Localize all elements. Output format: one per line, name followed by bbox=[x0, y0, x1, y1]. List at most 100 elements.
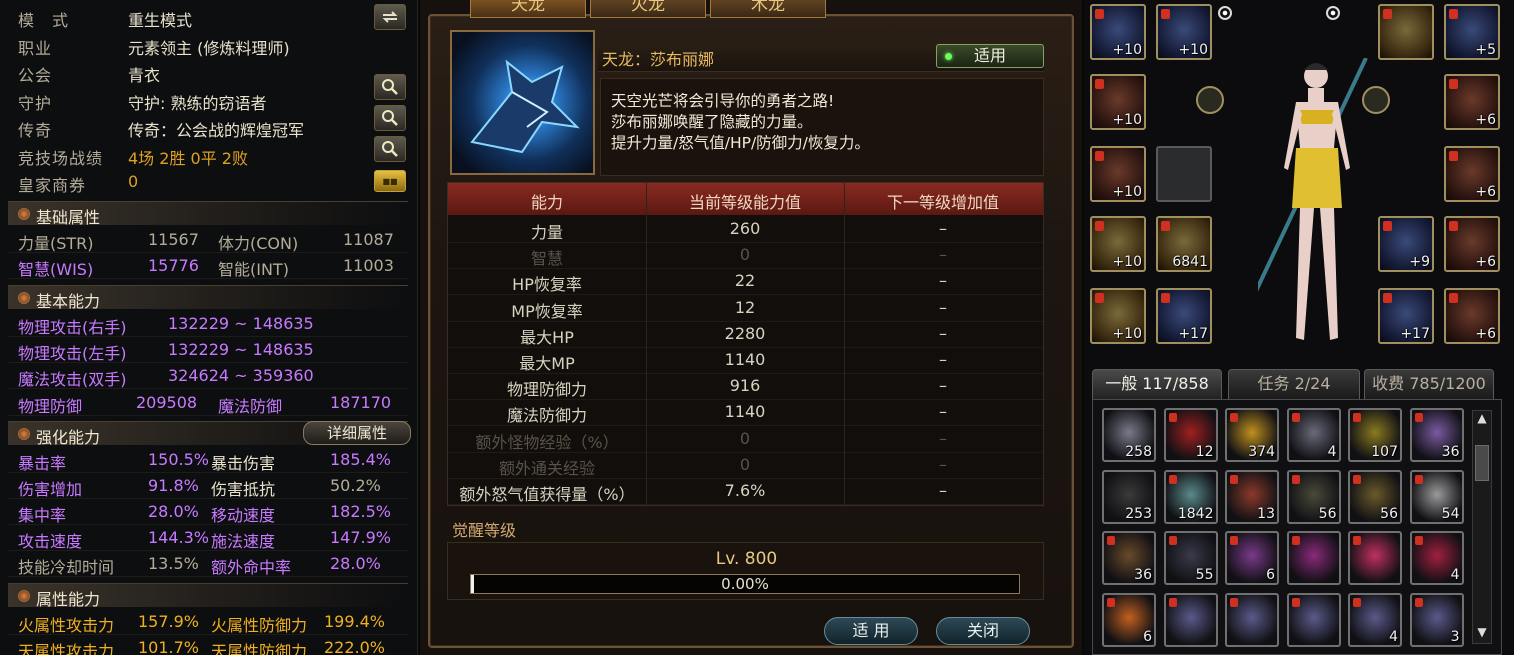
tab-paid[interactable]: 收费 785/1200 bbox=[1364, 369, 1494, 399]
cape-slot[interactable]: +10 bbox=[1090, 288, 1146, 344]
lock-icon bbox=[1353, 597, 1361, 607]
inventory-item[interactable]: 4 bbox=[1348, 592, 1402, 647]
inventory-item[interactable]: 4 bbox=[1409, 531, 1464, 585]
stat-label: 暴击率 bbox=[18, 454, 67, 473]
inventory-item[interactable]: 36 bbox=[1102, 531, 1156, 585]
legend-value: 传奇：公会战的辉煌冠军 bbox=[128, 121, 305, 140]
scroll-thumb[interactable] bbox=[1475, 445, 1489, 481]
inventory-item[interactable]: 374 bbox=[1225, 408, 1279, 462]
necklace-slot[interactable]: +9 bbox=[1378, 216, 1434, 272]
earring-slot[interactable]: +6 bbox=[1444, 216, 1500, 272]
pants-slot[interactable]: +10 bbox=[1090, 146, 1146, 202]
ability-next: – bbox=[939, 376, 947, 396]
lock-icon bbox=[1291, 536, 1300, 545]
inventory-item[interactable] bbox=[1348, 531, 1402, 585]
detail-attr-button[interactable]: 详细属性 bbox=[303, 421, 411, 445]
table-row: 额外通关经验 0 – bbox=[448, 453, 1043, 479]
lock-icon bbox=[1168, 474, 1177, 484]
stat-row: 技能冷却时间 13.5% 额外命中率 28.0% bbox=[8, 551, 408, 577]
radio-right[interactable] bbox=[1326, 6, 1340, 20]
inventory-item[interactable]: 258 bbox=[1102, 408, 1156, 462]
stat-label: 伤害增加 bbox=[18, 480, 83, 499]
scroll-up-icon[interactable]: ▲ bbox=[1475, 411, 1489, 429]
inventory-item[interactable]: 56 bbox=[1286, 469, 1341, 524]
inventory-item[interactable] bbox=[1286, 531, 1341, 585]
inventory-item[interactable]: 107 bbox=[1348, 408, 1402, 462]
desc-line: 提升力量/怒气值/HP/防御力/恢复力。 bbox=[611, 134, 870, 152]
boots-slot[interactable]: +10 bbox=[1090, 216, 1146, 272]
mode-label: 模 式 bbox=[18, 11, 70, 30]
stat-label: 集中率 bbox=[18, 506, 67, 525]
tab-wood-dragon[interactable]: 木龙 bbox=[710, 0, 826, 18]
lock-icon bbox=[1353, 474, 1361, 484]
inventory-item[interactable]: 12 bbox=[1163, 408, 1218, 462]
rotate-left-button[interactable] bbox=[1196, 86, 1224, 114]
stat-value: 157.9% bbox=[138, 612, 200, 631]
swap-mode-button[interactable] bbox=[374, 4, 406, 30]
lock-icon bbox=[1449, 79, 1458, 89]
ability-name: 额外怪物经验（%） bbox=[475, 432, 619, 452]
ring-slot-right[interactable]: +17 bbox=[1378, 288, 1434, 344]
lock-icon bbox=[1095, 293, 1104, 303]
ability-name: MP恢复率 bbox=[511, 301, 583, 321]
inventory-item[interactable]: 56 bbox=[1348, 469, 1402, 524]
ability-next: – bbox=[939, 323, 947, 343]
inventory-item[interactable]: 6 bbox=[1102, 592, 1156, 647]
bracelet-slot[interactable]: +6 bbox=[1444, 288, 1500, 344]
wis-value: 15776 bbox=[148, 256, 199, 275]
tab-quest[interactable]: 任务 2/24 bbox=[1228, 369, 1360, 399]
lock-icon bbox=[1168, 413, 1177, 422]
item-count: +10 bbox=[1112, 254, 1142, 270]
inventory-item[interactable]: 1842 bbox=[1163, 469, 1218, 524]
weapon-slot[interactable] bbox=[1378, 4, 1434, 60]
inventory-item[interactable]: 36 bbox=[1409, 408, 1464, 462]
ability-next: – bbox=[939, 428, 947, 448]
close-button[interactable]: 关闭 bbox=[936, 617, 1030, 645]
inventory-scrollbar[interactable]: ▲ ▼ bbox=[1472, 410, 1492, 644]
inventory-item[interactable]: 3 bbox=[1409, 592, 1464, 647]
offhand-slot[interactable]: +5 bbox=[1444, 4, 1500, 60]
inventory-item[interactable]: 55 bbox=[1163, 531, 1218, 585]
stat-value: 144.3% bbox=[148, 528, 210, 547]
guard-label: 守护 bbox=[18, 94, 53, 113]
helmet-slot[interactable]: +10 bbox=[1090, 4, 1146, 60]
apply-button[interactable]: 适 用 bbox=[824, 617, 918, 645]
empty-slot[interactable] bbox=[1156, 146, 1212, 202]
royal-shop-button[interactable]: ■■ bbox=[374, 170, 406, 192]
arena-row: 竞技场战绩 4场 2胜 0平 2败 bbox=[8, 142, 408, 168]
inventory-item[interactable]: 4 bbox=[1286, 408, 1341, 462]
lock-icon bbox=[1107, 597, 1115, 607]
inventory-item[interactable] bbox=[1286, 592, 1341, 647]
inventory-item[interactable]: 6 bbox=[1225, 531, 1279, 585]
inventory-item[interactable] bbox=[1163, 592, 1218, 647]
patk-right-value: 132229 ~ 148635 bbox=[168, 314, 314, 333]
tab-sky-dragon[interactable]: 天龙 bbox=[470, 0, 586, 18]
tab-general[interactable]: 一般 117/858 bbox=[1092, 369, 1222, 399]
ability-next: – bbox=[939, 219, 947, 238]
scroll-down-icon[interactable]: ▼ bbox=[1475, 625, 1489, 643]
inventory-item[interactable] bbox=[1225, 592, 1279, 647]
inventory-item[interactable]: 54 bbox=[1409, 469, 1464, 524]
inventory-item[interactable]: 13 bbox=[1225, 469, 1279, 524]
item-count: +10 bbox=[1178, 42, 1208, 58]
armor-slot[interactable]: +10 bbox=[1090, 74, 1146, 130]
ability-name: 力量 bbox=[530, 223, 563, 242]
radio-left[interactable] bbox=[1218, 6, 1232, 20]
emblem-slot[interactable]: 6841 bbox=[1156, 216, 1212, 272]
shoulder-slot[interactable]: +10 bbox=[1156, 4, 1212, 60]
base-ability-header: 基本能力 bbox=[8, 285, 408, 311]
lock-icon bbox=[1291, 597, 1300, 607]
belt-slot[interactable]: +6 bbox=[1444, 74, 1500, 130]
item-count: +10 bbox=[1112, 42, 1142, 58]
ring-slot-left[interactable]: +17 bbox=[1156, 288, 1212, 344]
lock-icon bbox=[1353, 413, 1361, 422]
stat-row: 集中率 28.0% 移动速度 182.5% bbox=[8, 499, 408, 525]
ability-table: 能力 当前等级能力值 下一等级增加值 力量 260– 智慧 0– HP恢复率 22– MP恢… bbox=[447, 182, 1044, 506]
apply-toggle-button[interactable]: 适用 bbox=[936, 44, 1044, 68]
inventory-item[interactable]: 253 bbox=[1102, 469, 1156, 524]
pdef-label: 物理防御 bbox=[18, 397, 83, 416]
gloves-slot[interactable]: +6 bbox=[1444, 146, 1500, 202]
desc-line: 天空光芒将会引导你的勇者之路! bbox=[611, 92, 835, 110]
tab-fire-dragon[interactable]: 火龙 bbox=[590, 0, 706, 18]
ability-name: 最大MP bbox=[519, 354, 575, 373]
